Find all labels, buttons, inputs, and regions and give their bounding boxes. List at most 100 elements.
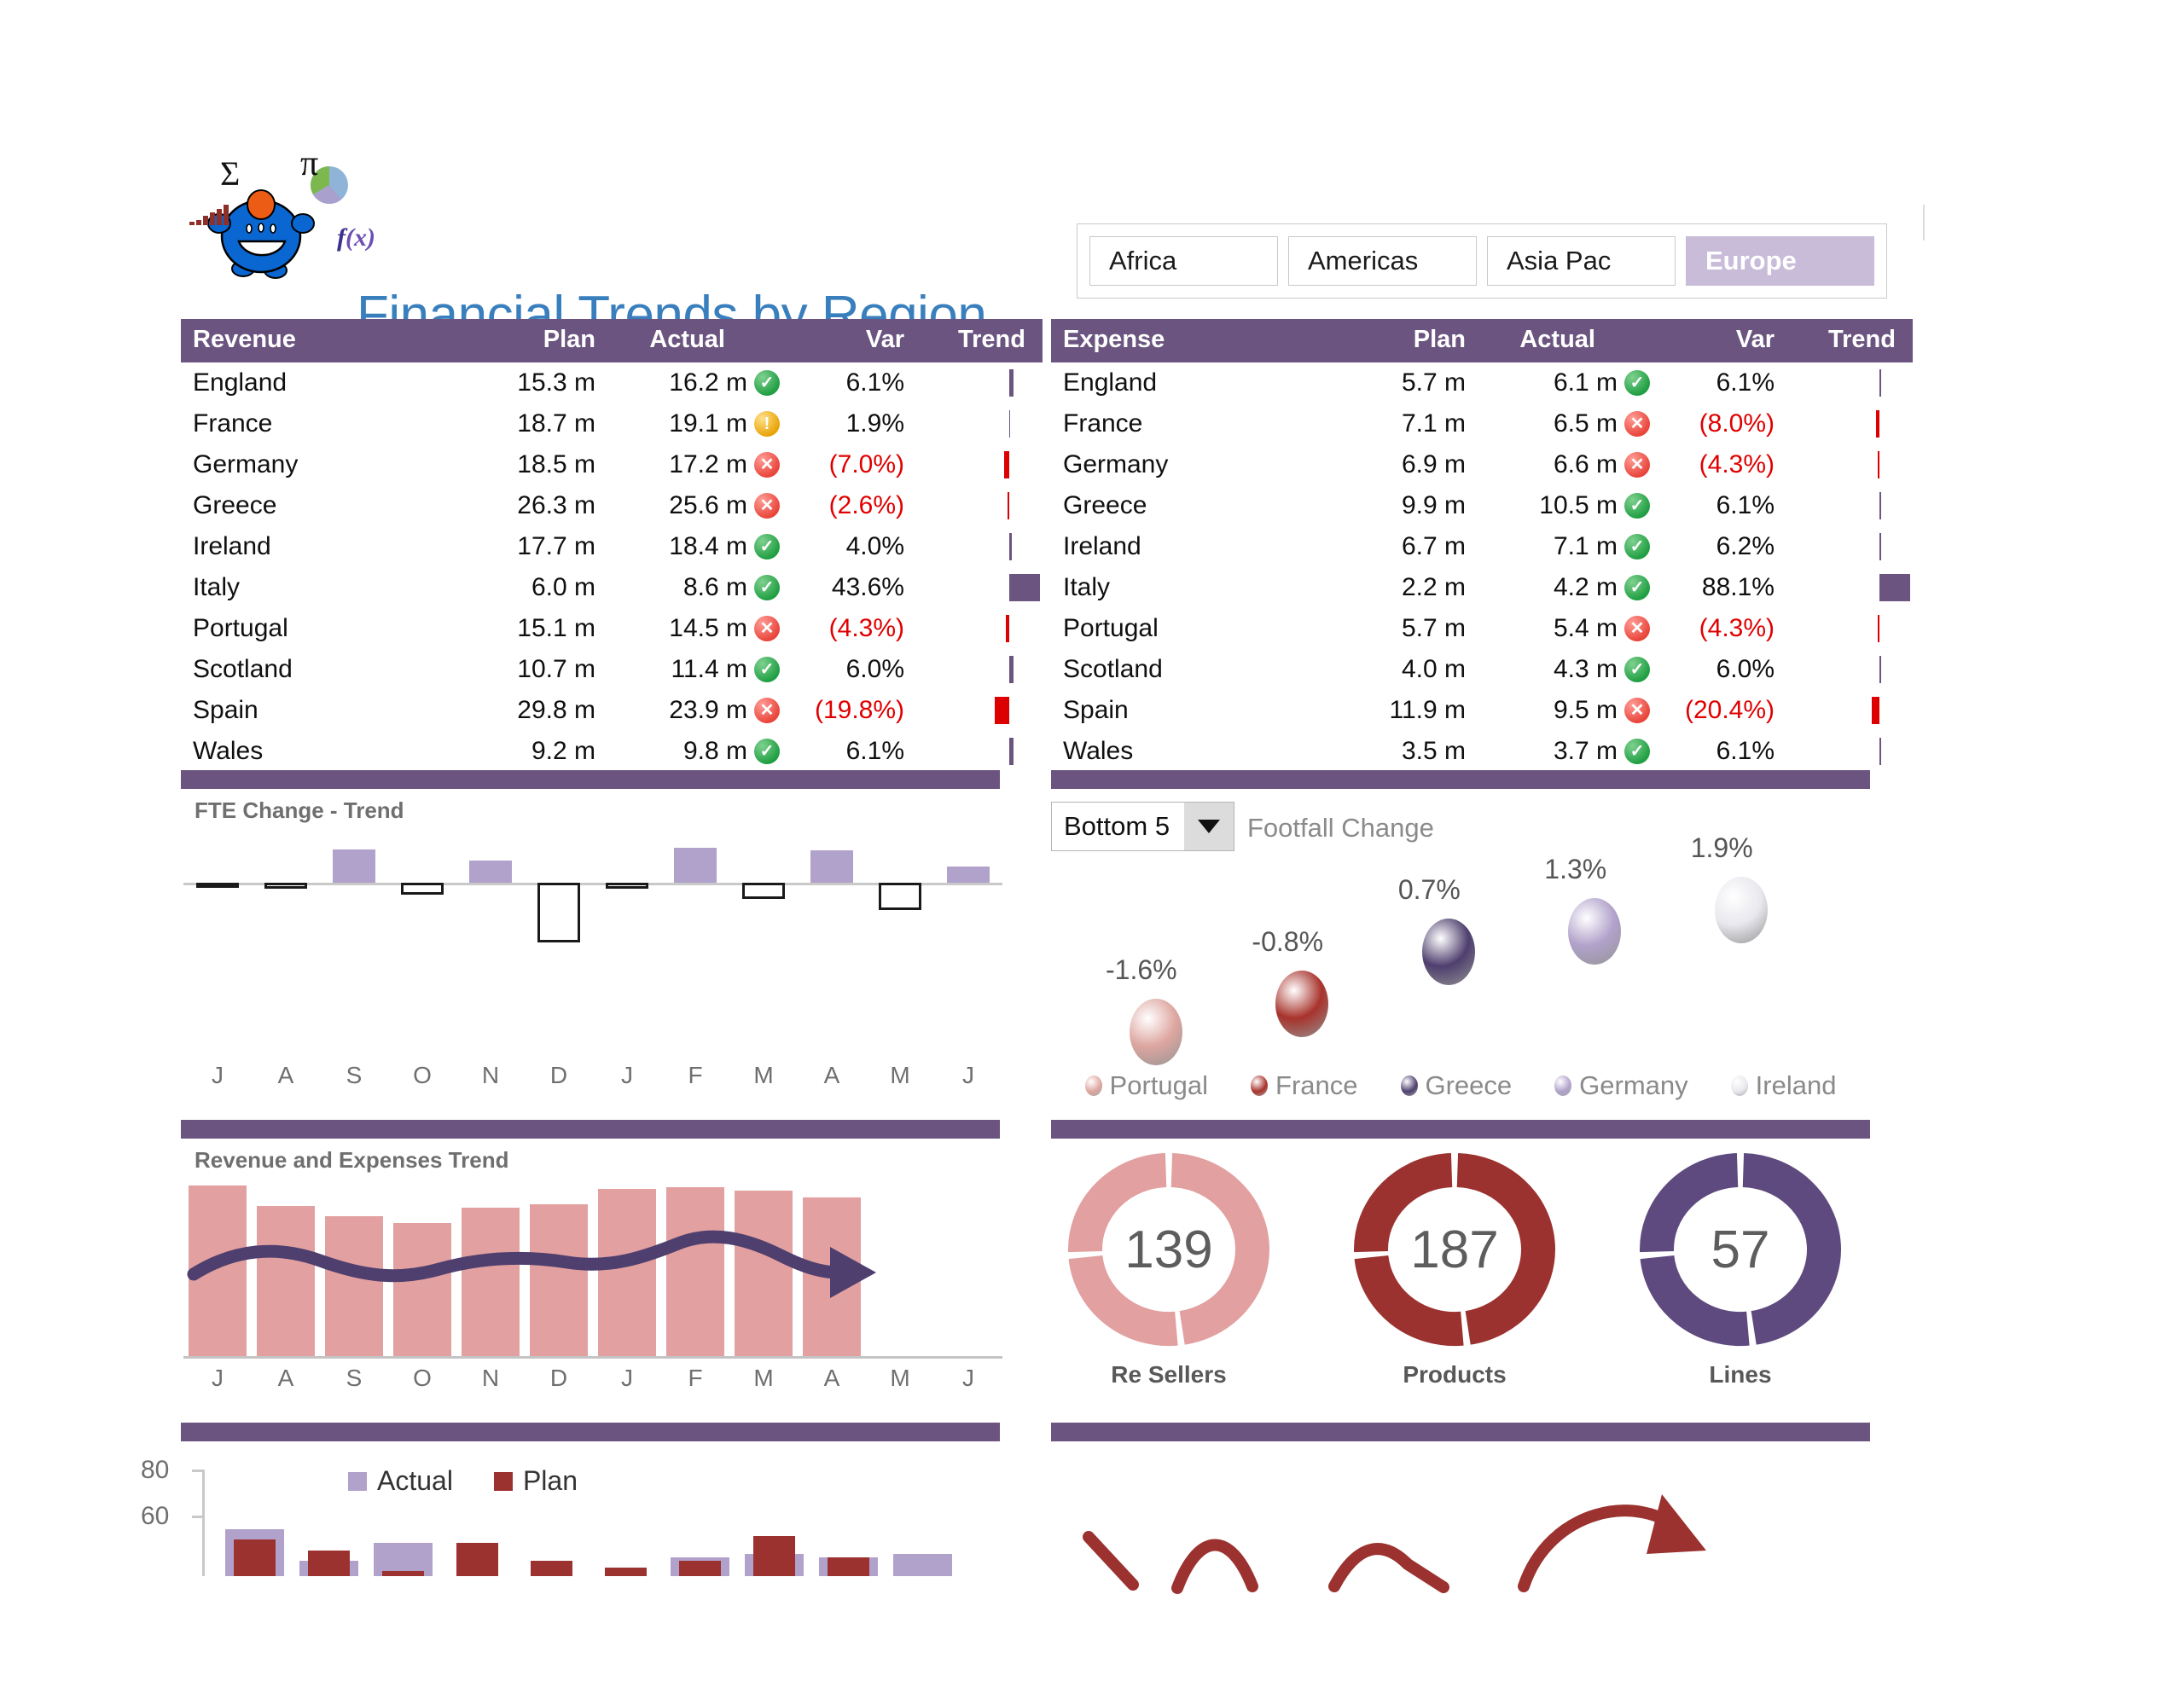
row-region-name: France: [193, 409, 273, 438]
mini-bar-chart-icon: [189, 203, 242, 225]
row-region-name: Ireland: [1063, 532, 1141, 560]
row-trend-cell: [923, 608, 1043, 649]
fte-axis-tick-label: S: [346, 1062, 363, 1088]
actual-vs-plan-chart: 80 60: [141, 1456, 1002, 1633]
row-actual-cell: 17.2 m ✕: [616, 444, 787, 485]
row-plan-value: 5.7 m: [1401, 368, 1466, 397]
row-trend-cell: [1793, 649, 1913, 690]
combo-plan-bar: [828, 1557, 869, 1576]
combo-tick-80: [192, 1470, 204, 1472]
trend-databar: [1879, 369, 1882, 397]
footfall-legend-swatch: [1730, 1075, 1748, 1096]
footfall-panel-title: Footfall Change: [1247, 813, 1434, 843]
status-cross-icon: ✕: [1624, 698, 1650, 723]
row-actual-value: 11.4 m: [671, 655, 748, 683]
fte-bar: [196, 883, 239, 888]
revexp-axis-tick-label: A: [277, 1365, 294, 1391]
row-region-name: Greece: [1063, 491, 1147, 519]
region-tab-bar: Africa Americas Asia Pac Europe: [1077, 223, 1887, 299]
row-trend-cell: [1793, 608, 1913, 649]
combo-plan-bar: [679, 1561, 721, 1576]
row-actual-cell: 7.1 m ✓: [1486, 526, 1657, 567]
row-variance-value: 6.1%: [1716, 491, 1774, 519]
row-plan-value: 15.3 m: [517, 368, 595, 397]
fte-axis-tick-label: J: [621, 1062, 633, 1088]
footfall-legend-swatch: [1554, 1075, 1572, 1096]
trend-databar: [1008, 410, 1011, 438]
row-trend-cell: [923, 362, 1043, 403]
row-plan-value: 11.9 m: [1389, 696, 1467, 724]
row-region-name: Italy: [193, 573, 241, 601]
status-check-icon: ✓: [754, 575, 780, 600]
row-actual-value: 23.9 m: [669, 696, 747, 724]
col-header-trend: Trend: [1793, 319, 1913, 362]
combo-legend-label: Actual: [377, 1465, 453, 1496]
row-plan-value: 9.9 m: [1401, 491, 1466, 519]
row-actual-cell: 9.5 m ✕: [1486, 690, 1657, 731]
row-variance-value: 6.2%: [1716, 532, 1774, 560]
revenue-table-body: England 15.3 m 16.2 m ✓ 6.1% France 18.7 m 19.1…: [181, 362, 1043, 772]
row-variance-value: 6.0%: [845, 655, 904, 683]
col-header-revenue: Revenue: [181, 319, 454, 362]
status-cross-icon: ✕: [754, 452, 780, 478]
row-actual-value: 7.1 m: [1553, 532, 1618, 560]
table-row: Ireland 17.7 m 18.4 m ✓ 4.0%: [181, 526, 1043, 567]
row-actual-cell: 5.4 m ✕: [1486, 608, 1657, 649]
row-variance-value: (4.3%): [828, 614, 904, 642]
footfall-range-value: Bottom 5: [1064, 811, 1170, 841]
donut-value: 139: [1124, 1220, 1213, 1279]
table-row: Wales 3.5 m 3.7 m ✓ 6.1%: [1051, 731, 1913, 772]
row-region-name: Spain: [1063, 696, 1129, 724]
row-actual-value: 19.1 m: [669, 409, 747, 438]
row-plan-value: 7.1 m: [1401, 409, 1466, 438]
chevron-down-icon[interactable]: [1184, 803, 1234, 850]
footfall-legend-label: France: [1275, 1070, 1358, 1100]
table-row: England 5.7 m 6.1 m ✓ 6.1%: [1051, 362, 1913, 403]
trend-databar: [1008, 533, 1013, 560]
revexp-axis-tick-label: J: [212, 1365, 224, 1391]
row-variance-value: 4.0%: [845, 532, 904, 560]
row-actual-value: 25.6 m: [669, 491, 747, 519]
trend-databar: [1008, 738, 1014, 765]
combo-plan-bar: [308, 1550, 350, 1576]
footfall-legend: Portugal France Greece Germany Ireland: [1051, 1070, 1870, 1101]
col-header-var: Var: [1657, 319, 1793, 362]
status-check-icon: ✓: [1624, 370, 1650, 396]
row-trend-cell: [923, 526, 1043, 567]
trend-databar: [1008, 656, 1014, 683]
region-tab-europe[interactable]: Europe: [1686, 236, 1874, 286]
footfall-legend-swatch: [1400, 1075, 1418, 1096]
region-tab-asia-pac[interactable]: Asia Pac: [1487, 236, 1676, 286]
region-tab-africa[interactable]: Africa: [1089, 236, 1278, 286]
footfall-bubble: [1421, 919, 1475, 986]
row-actual-cell: 19.1 m!: [616, 403, 787, 444]
row-region-name: Italy: [1063, 573, 1111, 601]
revenue-table-header: Revenue Plan Actual Var Trend: [181, 319, 1043, 362]
footfall-bubble: [1568, 897, 1622, 965]
row-actual-cell: 4.3 m ✓: [1486, 649, 1657, 690]
row-actual-value: 9.5 m: [1553, 696, 1618, 724]
fte-bar: [879, 883, 921, 911]
row-actual-value: 18.4 m: [669, 532, 747, 560]
fte-axis-tick-label: A: [823, 1062, 840, 1088]
kpi-donut: 187 Products: [1344, 1143, 1565, 1388]
region-tab-americas[interactable]: Americas: [1288, 236, 1477, 286]
row-trend-cell: [923, 485, 1043, 526]
col-header-actual: Actual: [1486, 319, 1657, 362]
table-row: England 15.3 m 16.2 m ✓ 6.1%: [181, 362, 1043, 403]
status-cross-icon: ✕: [1624, 452, 1650, 478]
footfall-range-dropdown[interactable]: Bottom 5: [1051, 802, 1234, 851]
row-plan-value: 26.3 m: [517, 491, 595, 519]
trend-arrow-icon: [187, 1230, 876, 1298]
row-actual-value: 4.2 m: [1553, 573, 1618, 601]
trend-databar: [1008, 369, 1014, 397]
fte-bar: [674, 847, 717, 883]
status-check-icon: ✓: [1624, 534, 1650, 559]
revexp-axis-tick-label: J: [621, 1365, 633, 1391]
status-check-icon: ✓: [754, 370, 780, 396]
trend-databar: [1006, 615, 1009, 642]
row-variance-value: (7.0%): [828, 450, 904, 478]
footfall-change-chart: -1.6% -0.8% 0.7% 1.3% 1.9%: [1051, 832, 1870, 1065]
row-trend-cell: [923, 444, 1043, 485]
footfall-legend-item: Portugal: [1084, 1070, 1208, 1101]
